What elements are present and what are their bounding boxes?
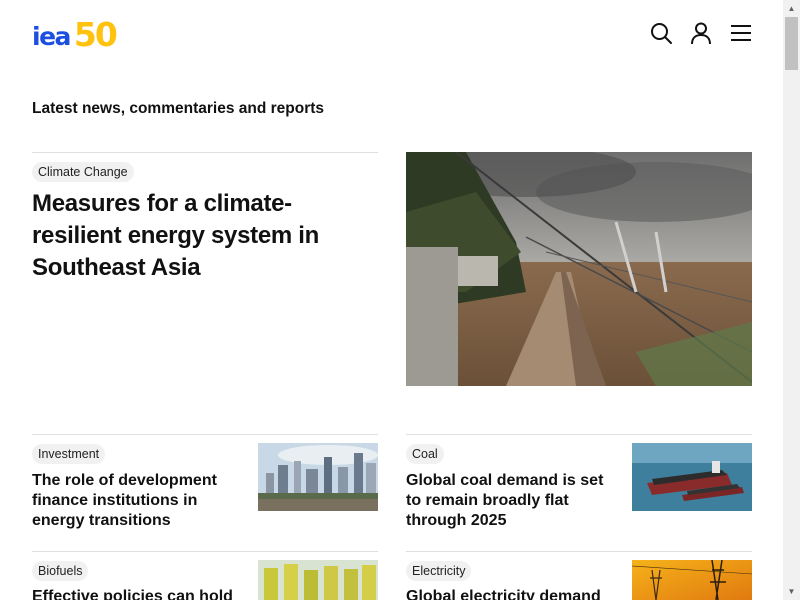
divider [406,551,752,552]
card-headline[interactable]: Global electricity demand [406,587,621,600]
menu-icon[interactable] [729,21,753,45]
vertical-scrollbar[interactable]: ▲ ▼ [783,0,800,600]
tag-electricity[interactable]: Electricity [406,561,472,581]
power-pylons-image[interactable] [632,560,752,600]
divider [32,551,378,552]
coal-ships-image[interactable] [632,443,752,511]
user-icon[interactable] [689,21,713,45]
city-skyline-image[interactable] [258,443,378,511]
featured-headline[interactable]: Measures for a climate-resilient energy … [32,188,362,284]
search-icon[interactable] [649,21,673,45]
card-headline[interactable]: Global coal demand is set to remain broa… [406,471,621,531]
logo-brand: iea [32,22,71,51]
card-headline[interactable]: The role of development finance institut… [32,471,247,531]
scrollbar-thumb[interactable] [785,17,798,70]
tag-biofuels[interactable]: Biofuels [32,561,89,581]
scroll-down-arrow-icon[interactable]: ▼ [783,583,800,600]
featured-image[interactable] [406,152,752,386]
section-title: Latest news, commentaries and reports [32,100,325,117]
site-header: iea 50 [0,0,783,70]
card-headline[interactable]: Effective policies can hold [32,587,247,600]
tag-climate-change[interactable]: Climate Change [32,162,134,182]
divider [406,434,752,435]
tag-investment[interactable]: Investment [32,444,106,464]
divider [32,434,378,435]
iea-50-logo[interactable]: iea 50 [32,15,118,54]
biofuel-bottles-image[interactable] [258,560,378,600]
divider [32,152,378,153]
logo-anniversary: 50 [73,15,118,54]
scroll-up-arrow-icon[interactable]: ▲ [783,0,800,17]
tag-coal[interactable]: Coal [406,444,444,464]
